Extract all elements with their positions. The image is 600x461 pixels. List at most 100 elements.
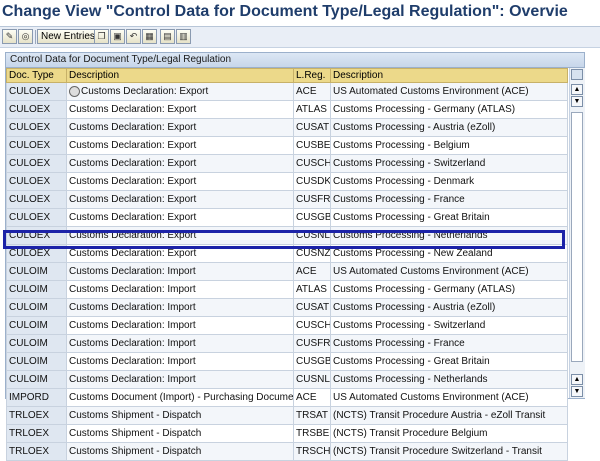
edit-icon[interactable]: ✎ (2, 29, 17, 44)
legal-regulation-cell[interactable]: TRSBE (293, 424, 331, 443)
doc-type-cell[interactable]: CULOIM (6, 262, 67, 281)
doc-type-cell[interactable]: CULOEX (6, 172, 67, 191)
description-cell[interactable]: Customs Declaration: Import (66, 280, 294, 299)
regulation-description-cell[interactable]: US Automated Customs Environment (ACE) (330, 82, 568, 101)
legal-regulation-cell[interactable]: CUSFR (293, 190, 331, 209)
legal-regulation-cell[interactable]: CUSAT (293, 298, 331, 317)
table-row[interactable]: TRLOEX Customs Shipment - Dispatch TRSBE (N… (6, 424, 568, 443)
regulation-description-cell[interactable]: (NCTS) Transit Procedure Austria - eZoll… (330, 406, 568, 425)
description-cell[interactable]: Customs Declaration: Export (66, 136, 294, 155)
legal-regulation-cell[interactable]: ATLAS (293, 100, 331, 119)
description-cell[interactable]: Customs Declaration: Export (66, 82, 294, 101)
regulation-description-cell[interactable]: Customs Processing - Belgium (330, 136, 568, 155)
regulation-description-cell[interactable]: Customs Processing - France (330, 190, 568, 209)
regulation-description-cell[interactable]: Customs Processing - Netherlands (330, 370, 568, 389)
doc-type-cell[interactable]: CULOEX (6, 82, 67, 101)
scroll-up-icon[interactable]: ▲ (571, 374, 583, 385)
doc-type-cell[interactable]: CULOEX (6, 154, 67, 173)
regulation-description-cell[interactable]: Customs Processing - Denmark (330, 172, 568, 191)
column-header-regulation-description[interactable]: Description (330, 68, 568, 83)
scroll-down-icon[interactable]: ▼ (571, 96, 583, 107)
table-row[interactable]: CULOIM Customs Declaration: Import CUSCH Cu… (6, 316, 568, 335)
description-cell[interactable]: Customs Shipment - Dispatch (66, 406, 294, 425)
description-cell[interactable]: Customs Declaration: Import (66, 298, 294, 317)
doc-type-cell[interactable]: CULOIM (6, 280, 67, 299)
description-cell[interactable]: Customs Declaration: Import (66, 334, 294, 353)
description-cell[interactable]: Customs Shipment - Dispatch (66, 424, 294, 443)
doc-type-cell[interactable]: CULOEX (6, 100, 67, 119)
regulation-description-cell[interactable]: US Automated Customs Environment (ACE) (330, 388, 568, 407)
description-cell[interactable]: Customs Declaration: Import (66, 352, 294, 371)
delete-icon[interactable]: ▣ (110, 29, 125, 44)
copy-icon[interactable]: ❐ (94, 29, 109, 44)
table-row[interactable]: CULOIM Customs Declaration: Import CUSGB Cu… (6, 352, 568, 371)
doc-type-cell[interactable]: TRLOEX (6, 424, 67, 443)
legal-regulation-cell[interactable]: ACE (293, 388, 331, 407)
legal-regulation-cell[interactable]: CUSGB (293, 208, 331, 227)
legal-regulation-cell[interactable]: CUSDK (293, 172, 331, 191)
new-entries-button[interactable]: New Entries (37, 29, 99, 44)
legal-regulation-cell[interactable]: CUSCH (293, 316, 331, 335)
table-row[interactable]: IMPORD Customs Document (Import) - Purcha… (6, 388, 568, 407)
table-row[interactable]: CULOEX Customs Declaration: Export CUSAT Cu… (6, 118, 568, 137)
legal-regulation-cell[interactable]: TRSCH (293, 442, 331, 461)
regulation-description-cell[interactable]: Customs Processing - Austria (eZoll) (330, 298, 568, 317)
doc-type-cell[interactable]: CULOEX (6, 208, 67, 227)
doc-type-cell[interactable]: CULOEX (6, 118, 67, 137)
table-row[interactable]: CULOEX Customs Declaration: Export ATLAS Cu… (6, 100, 568, 119)
doc-type-cell[interactable]: CULOIM (6, 316, 67, 335)
legal-regulation-cell[interactable]: CUSAT (293, 118, 331, 137)
scroll-up-icon[interactable]: ▲ (571, 84, 583, 95)
table-row[interactable]: CULOIM Customs Declaration: Import CUSFR Cu… (6, 334, 568, 353)
description-cell[interactable]: Customs Declaration: Export (66, 154, 294, 173)
legal-regulation-cell[interactable]: TRSAT (293, 406, 331, 425)
table-row[interactable]: CULOEX Customs Declaration: Export CUSFR Cu… (6, 190, 568, 209)
doc-type-cell[interactable]: CULOIM (6, 298, 67, 317)
description-cell[interactable]: Customs Shipment - Dispatch (66, 442, 294, 461)
legal-regulation-cell[interactable]: CUSNL (293, 370, 331, 389)
table-row[interactable]: CULOIM Customs Declaration: Import ACE US A… (6, 262, 568, 281)
description-cell[interactable]: Customs Declaration: Export (66, 208, 294, 227)
description-cell[interactable]: Customs Document (Import) - Purchasing D… (66, 388, 294, 407)
regulation-description-cell[interactable]: Customs Processing - Germany (ATLAS) (330, 280, 568, 299)
undo-icon[interactable]: ↶ (126, 29, 141, 44)
table-row[interactable]: CULOIM Customs Declaration: Import CUSAT Cu… (6, 298, 568, 317)
description-cell[interactable]: Customs Declaration: Export (66, 172, 294, 191)
description-cell[interactable]: Customs Declaration: Export (66, 118, 294, 137)
legal-regulation-cell[interactable]: CUSGB (293, 352, 331, 371)
description-cell[interactable]: Customs Declaration: Import (66, 316, 294, 335)
scroll-down-icon[interactable]: ▼ (571, 386, 583, 397)
table-row[interactable]: CULOEX Customs Declaration: Export ACE US A… (6, 82, 568, 101)
doc-type-cell[interactable]: CULOEX (6, 136, 67, 155)
select-all-icon[interactable]: ▦ (142, 29, 157, 44)
doc-type-cell[interactable]: CULOEX (6, 190, 67, 209)
table-row[interactable]: CULOEX Customs Declaration: Export CUSBE Cu… (6, 136, 568, 155)
glasses-display-icon[interactable]: ◎ (18, 29, 33, 44)
regulation-description-cell[interactable]: Customs Processing - Germany (ATLAS) (330, 100, 568, 119)
column-header-doc-type[interactable]: Doc. Type (6, 68, 67, 83)
vertical-scrollbar[interactable]: ▲ ▼ ▲ ▼ (569, 68, 585, 398)
legal-regulation-cell[interactable]: ACE (293, 82, 331, 101)
legal-regulation-cell[interactable]: CUSFR (293, 334, 331, 353)
legal-regulation-cell[interactable]: ATLAS (293, 280, 331, 299)
table-config-icon[interactable] (571, 69, 583, 80)
legal-regulation-cell[interactable]: CUSBE (293, 136, 331, 155)
doc-type-cell[interactable]: TRLOEX (6, 442, 67, 461)
table-row[interactable]: CULOIM Customs Declaration: Import ATLAS Cu… (6, 280, 568, 299)
doc-type-cell[interactable]: CULOIM (6, 352, 67, 371)
regulation-description-cell[interactable]: (NCTS) Transit Procedure Belgium (330, 424, 568, 443)
description-cell[interactable]: Customs Declaration: Export (66, 100, 294, 119)
regulation-description-cell[interactable]: Customs Processing - Austria (eZoll) (330, 118, 568, 137)
description-cell[interactable]: Customs Declaration: Import (66, 262, 294, 281)
regulation-description-cell[interactable]: US Automated Customs Environment (ACE) (330, 262, 568, 281)
table-row[interactable]: CULOEX Customs Declaration: Export CUSCH Cu… (6, 154, 568, 173)
regulation-description-cell[interactable]: (NCTS) Transit Procedure Switzerland - T… (330, 442, 568, 461)
scrollbar-thumb[interactable] (571, 112, 583, 362)
column-header-legal-regulation[interactable]: L.Reg. (293, 68, 331, 83)
legal-regulation-cell[interactable]: CUSCH (293, 154, 331, 173)
deselect-all-icon[interactable]: ▥ (176, 29, 191, 44)
regulation-description-cell[interactable]: Customs Processing - Switzerland (330, 316, 568, 335)
doc-type-cell[interactable]: CULOIM (6, 334, 67, 353)
regulation-description-cell[interactable]: Customs Processing - Switzerland (330, 154, 568, 173)
table-row[interactable]: CULOEX Customs Declaration: Export CUSGB Cu… (6, 208, 568, 227)
